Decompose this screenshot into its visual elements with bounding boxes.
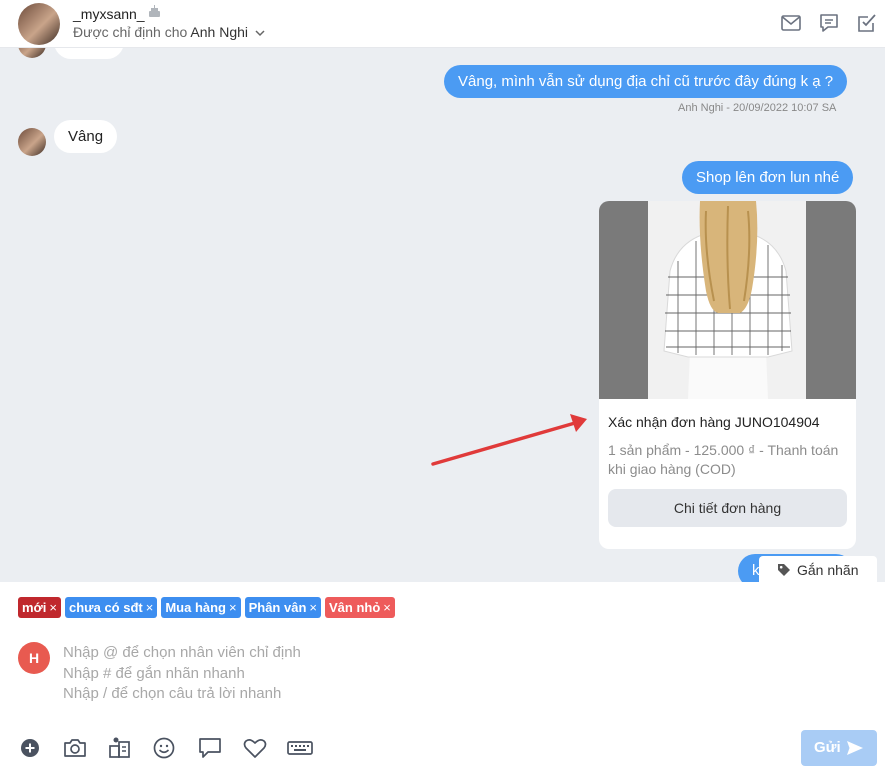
tag-label-text: Gắn nhãn [797,562,859,578]
product-catalog-icon[interactable] [107,736,133,760]
close-icon[interactable]: × [309,600,317,615]
incoming-message: Vâng [54,120,118,153]
keyboard-icon[interactable] [286,736,314,760]
close-icon[interactable]: × [49,600,57,615]
mail-icon[interactable] [780,12,802,34]
checkbox-icon[interactable] [856,12,878,34]
product-photo [648,201,806,399]
tag-icon [777,558,791,582]
heart-icon[interactable] [242,736,268,760]
send-button[interactable]: Gửi [801,730,877,766]
customer-avatar[interactable] [18,3,60,45]
customer-avatar-small [18,128,46,156]
tag-label-button[interactable]: Gắn nhãn [759,556,877,582]
assignment-info[interactable]: Được chỉ định cho Anh Nghi [73,24,265,40]
send-label: Gửi [814,739,841,756]
label-chip[interactable]: Mua hàng × [161,597,241,618]
message-list[interactable]: Vâng, mình vẫn sử dụng địa chỉ cũ trước … [0,48,885,582]
order-title: Xác nhận đơn hàng JUNO104904 [608,414,820,430]
birthday-cake-icon [148,4,161,21]
order-description: 1 sản phẩm - 125.000 ₫ - Thanh toán khi … [608,442,839,477]
customer-name[interactable]: _myxsann_ [73,6,145,22]
label-chip[interactable]: mới × [18,597,62,618]
outgoing-message: Vâng, mình vẫn sử dụng địa chỉ cũ trước … [444,65,848,98]
chevron-down-icon[interactable] [255,28,265,40]
incoming-message-partial [54,48,124,59]
send-icon [847,741,863,755]
message-meta: Anh Nghi - 20/09/2022 10:07 SA [678,102,837,114]
label-chip[interactable]: chưa có sđt × [65,597,158,618]
message-input[interactable] [63,643,763,709]
close-icon[interactable]: × [229,600,237,615]
label-chip[interactable]: Vân nhỏ × [324,597,395,618]
label-chip[interactable]: Phân vân × [244,597,321,618]
conversation-header: _myxsann_ Được chỉ định cho Anh Nghi [0,0,885,48]
order-detail-button[interactable]: Chi tiết đơn hàng [608,489,847,527]
quick-reply-icon[interactable] [197,736,223,760]
outgoing-message: Shop lên đơn lun nhé [682,161,854,194]
annotation-arrow [431,414,587,466]
assigned-prefix: Được chỉ định cho [73,24,188,40]
order-card[interactable]: Xác nhận đơn hàng JUNO104904 1 sản phẩm … [599,201,856,549]
customer-avatar-small [18,48,46,58]
assignee-name[interactable]: Anh Nghi [190,24,248,40]
close-icon[interactable]: × [383,600,391,615]
add-icon[interactable] [18,736,44,760]
product-image[interactable] [599,201,856,399]
chat-icon[interactable] [818,12,840,34]
camera-icon[interactable] [62,736,88,760]
emoji-icon[interactable] [152,736,178,760]
conversation-labels: mới × chưa có sđt × Mua hàng × Phân vân × Vâ… [18,597,395,618]
close-icon[interactable]: × [146,600,154,615]
agent-avatar: H [18,642,50,674]
